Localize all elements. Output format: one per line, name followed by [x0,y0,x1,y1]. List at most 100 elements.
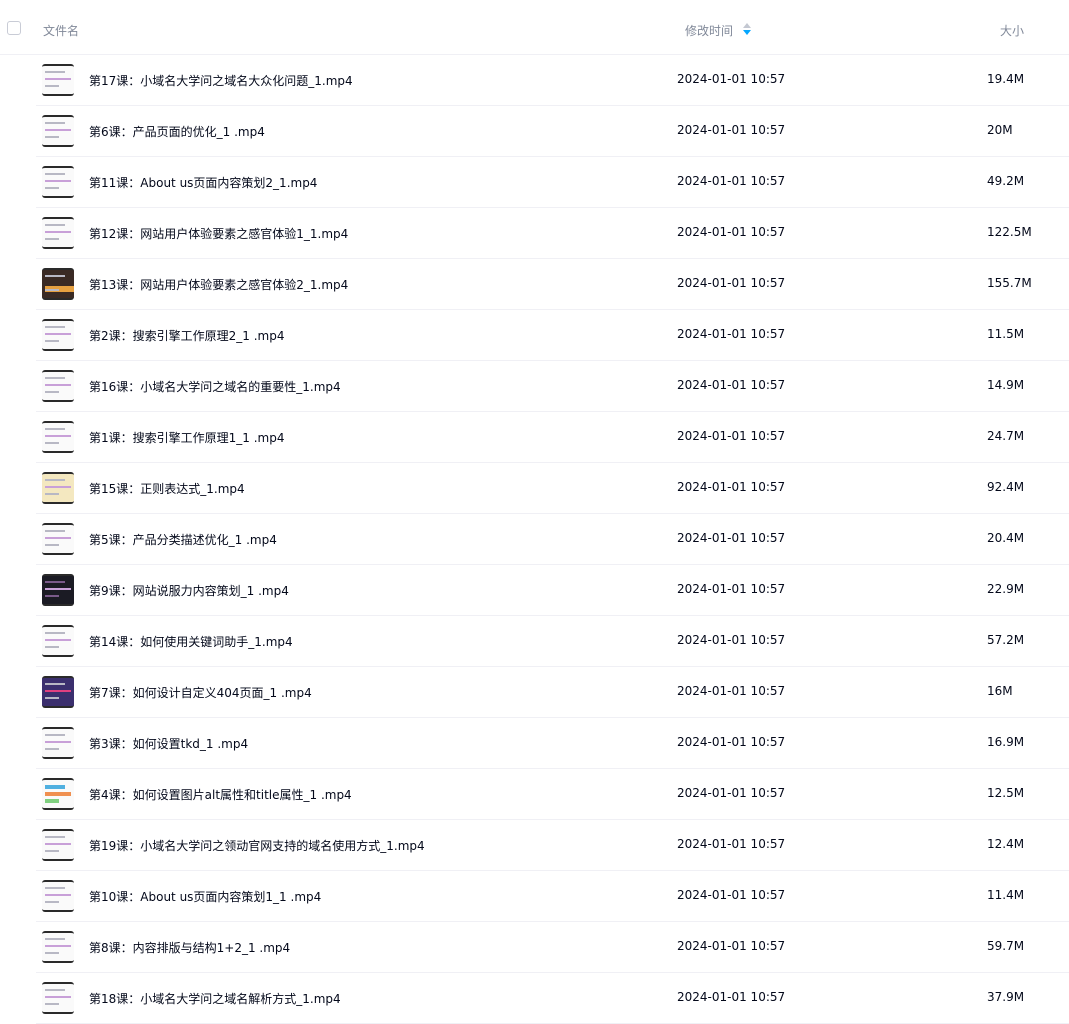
file-name[interactable]: 第4课：如何设置图片alt属性和title属性_1 .mp4 [89,786,352,803]
video-thumbnail-icon [42,166,74,198]
video-thumbnail-icon [42,880,74,912]
file-size: 59.7M [987,939,1025,953]
file-size: 16M [987,684,1013,698]
file-modified-time: 2024-01-01 10:57 [677,327,786,341]
file-row[interactable]: 第18课：小域名大学问之域名解析方式_1.mp4 2024-01-01 10:57… [36,973,1069,1024]
file-row[interactable]: 第2课：搜索引擎工作原理2_1 .mp4 2024-01-01 10:57 11.5… [36,310,1069,361]
sort-icon[interactable] [743,23,751,35]
file-size: 14.9M [987,378,1025,392]
video-thumbnail-icon [42,370,74,402]
column-header-modified-time[interactable]: 修改时间 [685,22,733,39]
file-name[interactable]: 第15课：正则表达式_1.mp4 [89,480,245,497]
video-thumbnail-icon [42,625,74,657]
file-size: 12.5M [987,786,1025,800]
file-modified-time: 2024-01-01 10:57 [677,990,786,1004]
file-modified-time: 2024-01-01 10:57 [677,225,786,239]
video-thumbnail-icon [42,421,74,453]
file-modified-time: 2024-01-01 10:57 [677,888,786,902]
file-size: 20M [987,123,1013,137]
file-name[interactable]: 第1课：搜索引擎工作原理1_1 .mp4 [89,429,284,446]
file-name[interactable]: 第16课：小域名大学问之域名的重要性_1.mp4 [89,378,341,395]
video-thumbnail-icon [42,727,74,759]
file-list-header: 文件名 修改时间 大小 [0,0,1069,55]
file-size: 11.4M [987,888,1025,902]
file-modified-time: 2024-01-01 10:57 [677,378,786,392]
file-row[interactable]: 第12课：网站用户体验要素之感官体验1_1.mp4 2024-01-01 10:5… [36,208,1069,259]
file-modified-time: 2024-01-01 10:57 [677,123,786,137]
file-size: 92.4M [987,480,1025,494]
video-thumbnail-icon [42,268,74,300]
file-name[interactable]: 第2课：搜索引擎工作原理2_1 .mp4 [89,327,284,344]
file-name[interactable]: 第3课：如何设置tkd_1 .mp4 [89,735,248,752]
file-size: 122.5M [987,225,1032,239]
video-thumbnail-icon [42,982,74,1014]
file-size: 49.2M [987,174,1025,188]
file-size: 155.7M [987,276,1032,290]
file-modified-time: 2024-01-01 10:57 [677,633,786,647]
file-name[interactable]: 第9课：网站说服力内容策划_1 .mp4 [89,582,289,599]
video-thumbnail-icon [42,217,74,249]
file-size: 57.2M [987,633,1025,647]
video-thumbnail-icon [42,472,74,504]
file-modified-time: 2024-01-01 10:57 [677,531,786,545]
file-modified-time: 2024-01-01 10:57 [677,276,786,290]
video-thumbnail-icon [42,829,74,861]
file-row[interactable]: 第10课：About us页面内容策划1_1 .mp4 2024-01-01 10… [36,871,1069,922]
file-size: 16.9M [987,735,1025,749]
file-modified-time: 2024-01-01 10:57 [677,582,786,596]
file-row[interactable]: 第16课：小域名大学问之域名的重要性_1.mp4 2024-01-01 10:57… [36,361,1069,412]
file-row[interactable]: 第5课：产品分类描述优化_1 .mp4 2024-01-01 10:57 20.4M [36,514,1069,565]
file-row[interactable]: 第14课：如何使用关键词助手_1.mp4 2024-01-01 10:57 57.2… [36,616,1069,667]
file-modified-time: 2024-01-01 10:57 [677,786,786,800]
video-thumbnail-icon [42,778,74,810]
video-thumbnail-icon [42,115,74,147]
file-name[interactable]: 第5课：产品分类描述优化_1 .mp4 [89,531,277,548]
file-row[interactable]: 第3课：如何设置tkd_1 .mp4 2024-01-01 10:57 16.9M [36,718,1069,769]
file-row[interactable]: 第9课：网站说服力内容策划_1 .mp4 2024-01-01 10:57 22.9… [36,565,1069,616]
video-thumbnail-icon [42,931,74,963]
video-thumbnail-icon [42,319,74,351]
file-modified-time: 2024-01-01 10:57 [677,837,786,851]
select-all-checkbox[interactable] [7,21,21,35]
file-modified-time: 2024-01-01 10:57 [677,429,786,443]
file-modified-time: 2024-01-01 10:57 [677,939,786,953]
file-modified-time: 2024-01-01 10:57 [677,735,786,749]
video-thumbnail-icon [42,64,74,96]
file-modified-time: 2024-01-01 10:57 [677,480,786,494]
file-modified-time: 2024-01-01 10:57 [677,684,786,698]
file-size: 24.7M [987,429,1025,443]
file-size: 37.9M [987,990,1025,1004]
file-row[interactable]: 第1课：搜索引擎工作原理1_1 .mp4 2024-01-01 10:57 24.7… [36,412,1069,463]
file-row[interactable]: 第8课：内容排版与结构1+2_1 .mp4 2024-01-01 10:57 59.… [36,922,1069,973]
file-modified-time: 2024-01-01 10:57 [677,72,786,86]
file-row[interactable]: 第4课：如何设置图片alt属性和title属性_1 .mp4 2024-01-01… [36,769,1069,820]
file-size: 11.5M [987,327,1025,341]
video-thumbnail-icon [42,574,74,606]
file-name[interactable]: 第17课：小域名大学问之域名大众化问题_1.mp4 [89,72,353,89]
file-name[interactable]: 第10课：About us页面内容策划1_1 .mp4 [89,888,321,905]
file-row[interactable]: 第7课：如何设计自定义404页面_1 .mp4 2024-01-01 10:57 1… [36,667,1069,718]
file-name[interactable]: 第11课：About us页面内容策划2_1.mp4 [89,174,317,191]
file-name[interactable]: 第7课：如何设计自定义404页面_1 .mp4 [89,684,312,701]
file-row[interactable]: 第11课：About us页面内容策划2_1.mp4 2024-01-01 10:… [36,157,1069,208]
file-name[interactable]: 第12课：网站用户体验要素之感官体验1_1.mp4 [89,225,348,242]
file-name[interactable]: 第13课：网站用户体验要素之感官体验2_1.mp4 [89,276,348,293]
file-row[interactable]: 第15课：正则表达式_1.mp4 2024-01-01 10:57 92.4M [36,463,1069,514]
video-thumbnail-icon [42,676,74,708]
file-name[interactable]: 第18课：小域名大学问之域名解析方式_1.mp4 [89,990,341,1007]
file-size: 20.4M [987,531,1025,545]
file-size: 22.9M [987,582,1025,596]
file-name[interactable]: 第19课：小域名大学问之领动官网支持的域名使用方式_1.mp4 [89,837,425,854]
file-size: 19.4M [987,72,1025,86]
file-row[interactable]: 第6课：产品页面的优化_1 .mp4 2024-01-01 10:57 20M [36,106,1069,157]
file-row[interactable]: 第17课：小域名大学问之域名大众化问题_1.mp4 2024-01-01 10:5… [36,55,1069,106]
file-name[interactable]: 第14课：如何使用关键词助手_1.mp4 [89,633,293,650]
column-header-size[interactable]: 大小 [1000,22,1024,39]
file-name[interactable]: 第6课：产品页面的优化_1 .mp4 [89,123,265,140]
file-name[interactable]: 第8课：内容排版与结构1+2_1 .mp4 [89,939,290,956]
column-header-name[interactable]: 文件名 [43,22,79,39]
video-thumbnail-icon [42,523,74,555]
file-size: 12.4M [987,837,1025,851]
file-row[interactable]: 第13课：网站用户体验要素之感官体验2_1.mp4 2024-01-01 10:5… [36,259,1069,310]
file-row[interactable]: 第19课：小域名大学问之领动官网支持的域名使用方式_1.mp4 2024-01-0… [36,820,1069,871]
